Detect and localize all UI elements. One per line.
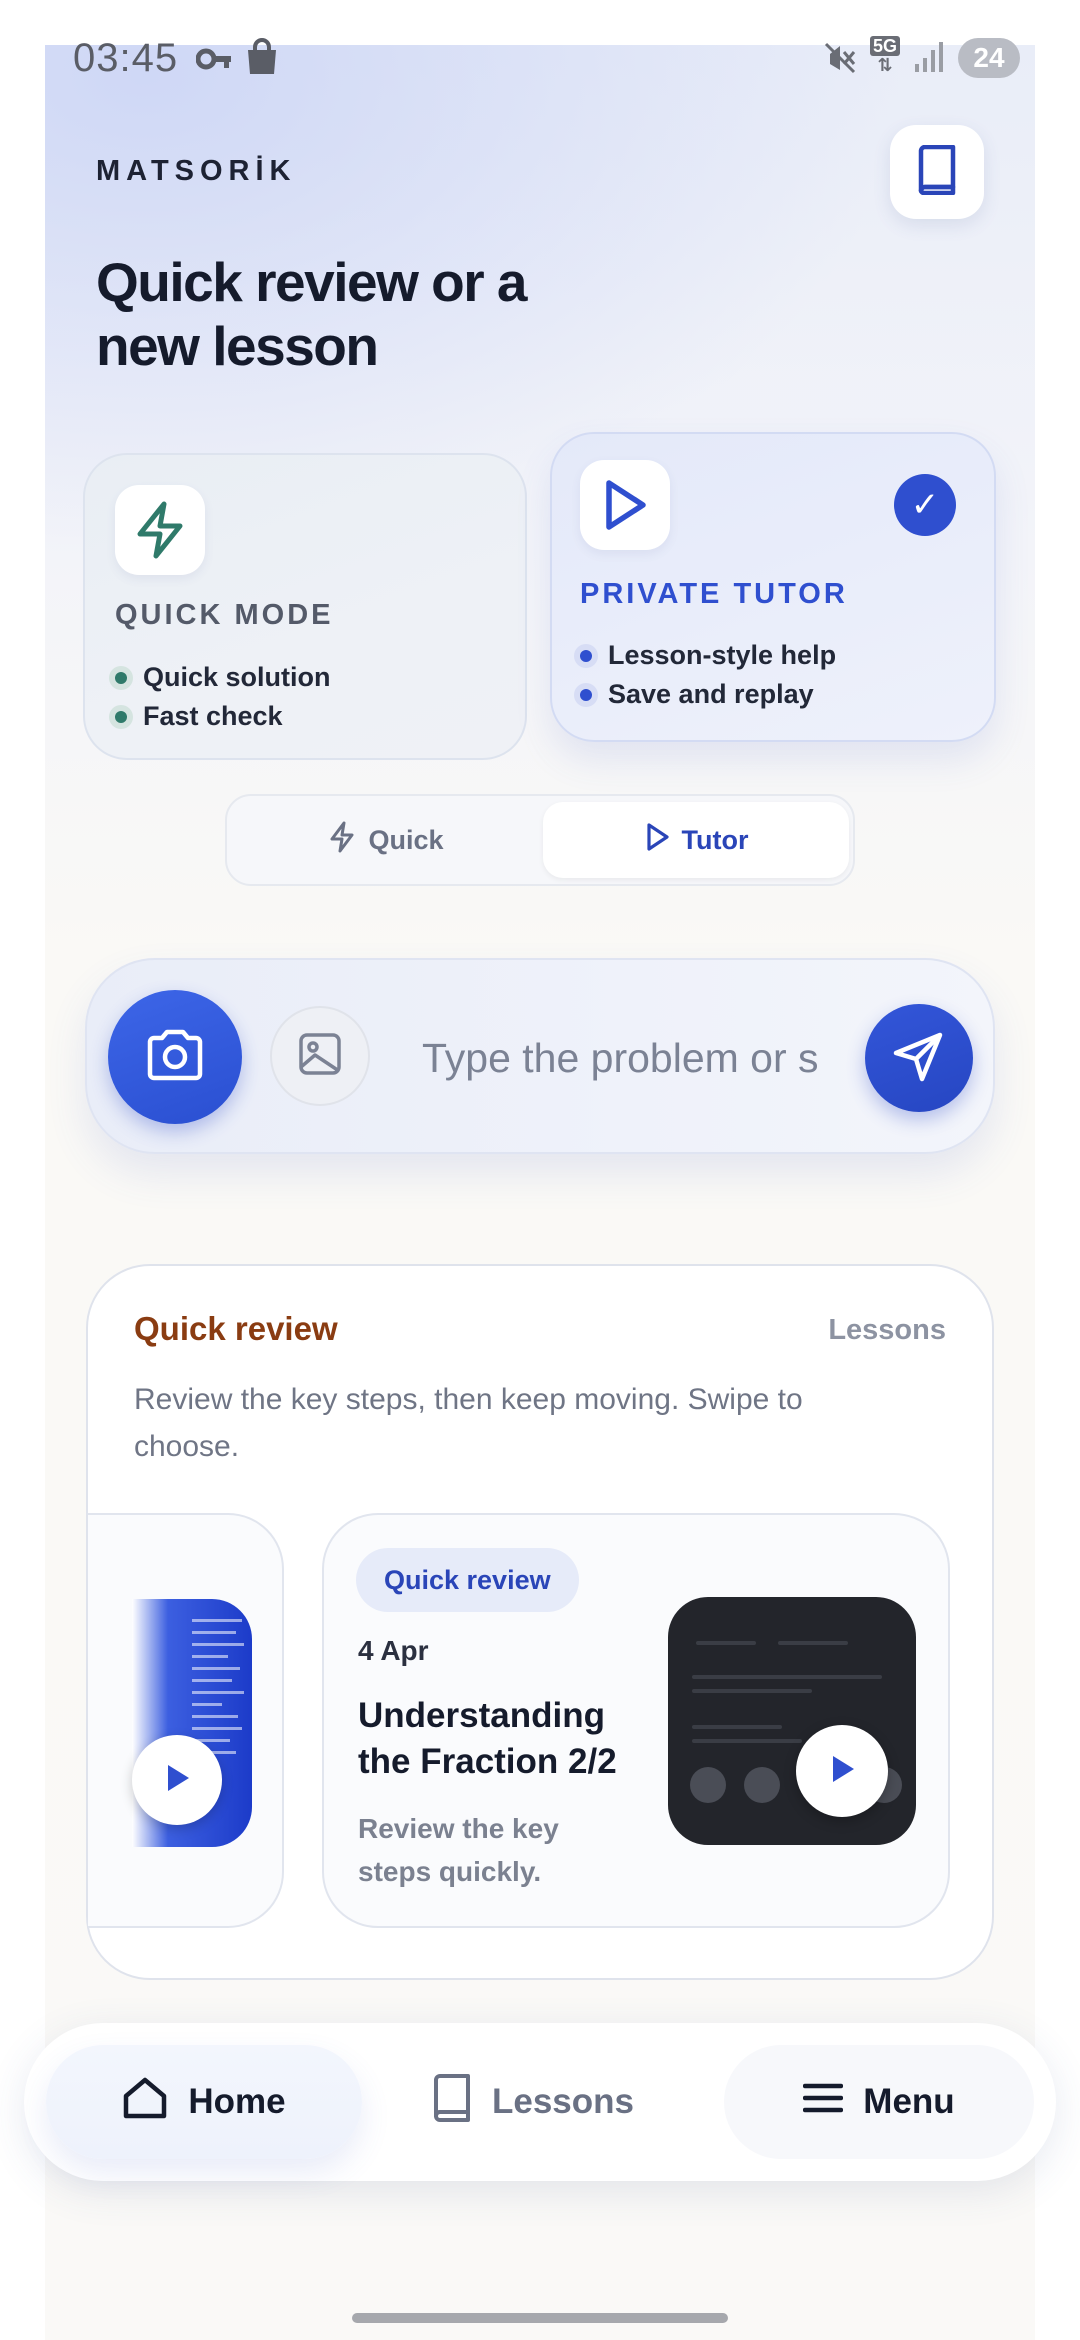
- book-icon: [915, 144, 959, 200]
- battery-indicator: 24: [958, 38, 1020, 78]
- menu-icon: [803, 2082, 863, 2123]
- nav-home[interactable]: Home: [46, 2045, 362, 2159]
- shopping-bag-icon: [244, 38, 280, 81]
- bullet-label: Lesson-style help: [608, 640, 837, 670]
- lesson-video-thumbnail: [668, 1597, 916, 1845]
- quick-review-description: Review the key steps, then keep moving. …: [134, 1383, 803, 1463]
- nav-home-label: Home: [188, 2082, 286, 2121]
- lessons-link[interactable]: Lessons: [828, 1314, 946, 1347]
- lightning-icon: [115, 485, 205, 575]
- status-time: 03:45: [73, 36, 179, 80]
- signal-icon: [914, 40, 944, 79]
- lesson-date: 4 Apr: [358, 1635, 429, 1666]
- nav-lessons[interactable]: Lessons: [398, 2045, 668, 2159]
- lightning-icon: [328, 821, 368, 860]
- send-button[interactable]: [865, 1004, 973, 1112]
- play-store-icon: [690, 1767, 726, 1803]
- play-button[interactable]: [796, 1725, 888, 1817]
- book-icon: [432, 2073, 492, 2131]
- quick-bullet-2: Fast check: [109, 701, 283, 732]
- key-icon: [195, 44, 234, 79]
- brand-name: MATSORİK: [96, 155, 297, 187]
- camera-button[interactable]: [108, 990, 242, 1124]
- mute-icon: [822, 40, 858, 81]
- problem-composer: [85, 958, 995, 1154]
- play-icon: [644, 822, 682, 859]
- tutor-bullet-2: Save and replay: [574, 679, 814, 710]
- nav-menu-label: Menu: [863, 2082, 955, 2121]
- home-indicator[interactable]: [352, 2313, 728, 2323]
- app-screen: [45, 45, 1035, 2340]
- gallery-button[interactable]: [270, 1006, 370, 1106]
- lesson-description: Review the key steps quickly.: [358, 1813, 559, 1887]
- page-title: Quick review or a new lesson: [96, 251, 528, 377]
- camera-icon: [144, 1028, 206, 1087]
- bullet-label: Quick solution: [143, 662, 331, 692]
- quick-mode-title: QUICK MODE: [115, 599, 334, 631]
- quick-bullet-1: Quick solution: [109, 662, 331, 693]
- segment-tutor-label: Tutor: [681, 824, 749, 855]
- private-tutor-card[interactable]: ✓ PRIVATE TUTOR Lesson-style help Save a…: [550, 432, 996, 742]
- email-icon: [744, 1767, 780, 1803]
- tutor-mode-title: PRIVATE TUTOR: [580, 578, 848, 610]
- home-icon: [122, 2076, 188, 2129]
- lesson-badge: Quick review: [356, 1548, 579, 1612]
- status-bar: 03:45 5G ⇅ 24: [0, 0, 1080, 120]
- bullet-label: Fast check: [143, 701, 283, 731]
- segment-tutor[interactable]: Tutor: [543, 802, 849, 878]
- bullet-label: Save and replay: [608, 679, 814, 709]
- tutor-bullet-1: Lesson-style help: [574, 640, 836, 671]
- quick-review-section: Quick review Lessons Review the key step…: [86, 1264, 994, 1980]
- play-icon: [580, 460, 670, 550]
- image-icon: [297, 1031, 343, 1082]
- nav-menu[interactable]: Menu: [724, 2045, 1034, 2159]
- lesson-card[interactable]: Quick review 4 Apr Understanding the Fra…: [322, 1513, 950, 1928]
- segment-quick[interactable]: Quick: [233, 802, 539, 878]
- lesson-card-previous[interactable]: [88, 1513, 284, 1928]
- quick-review-title: Quick review: [134, 1310, 338, 1347]
- library-button[interactable]: [890, 125, 984, 219]
- quick-mode-card[interactable]: QUICK MODE Quick solution Fast check: [83, 453, 527, 760]
- send-icon: [892, 1029, 946, 1088]
- selected-check-icon: ✓: [894, 474, 956, 536]
- play-button[interactable]: [132, 1735, 222, 1825]
- lesson-title: Understanding the Fraction 2/2: [358, 1696, 617, 1781]
- problem-input[interactable]: [422, 1025, 822, 1091]
- mode-segmented-control: Quick Tutor: [225, 794, 855, 886]
- bottom-navigation: Home Lessons Menu: [24, 2023, 1056, 2181]
- play-icon: [827, 1753, 857, 1790]
- nav-lessons-label: Lessons: [492, 2082, 634, 2121]
- play-icon: [162, 1762, 192, 1799]
- segment-quick-label: Quick: [368, 824, 444, 855]
- network-5g-icon: 5G ⇅: [870, 36, 901, 74]
